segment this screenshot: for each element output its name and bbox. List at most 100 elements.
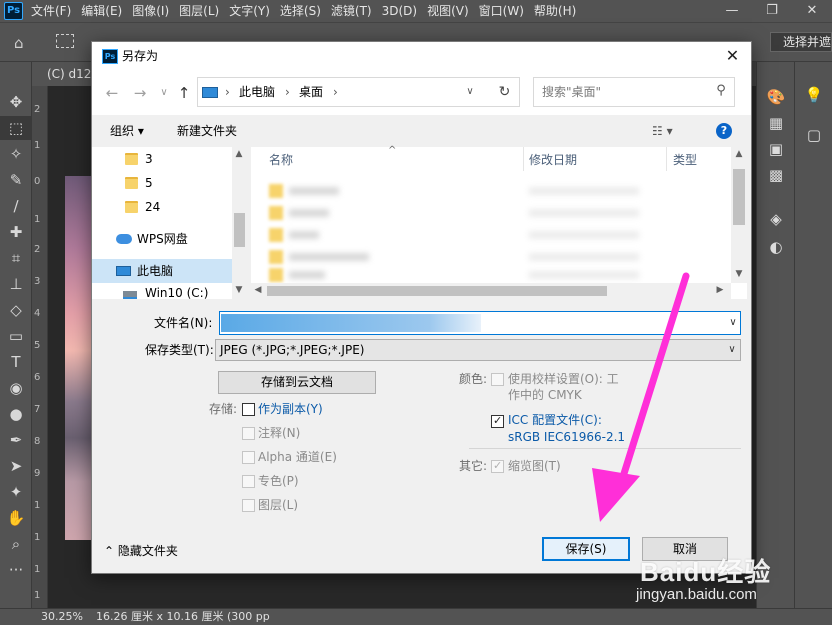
list-item[interactable] [269, 265, 709, 283]
list-item[interactable] [269, 203, 709, 221]
chevron-down-icon[interactable]: ∨ [724, 312, 742, 334]
file-list-vscroll-thumb[interactable] [733, 169, 745, 225]
dialog-close-icon[interactable]: ✕ [714, 42, 751, 71]
eyedropper-icon[interactable]: ✎ [0, 168, 32, 192]
brush-icon[interactable]: ∕ [0, 194, 32, 218]
stamp-icon[interactable]: ⊥ [0, 272, 32, 296]
select-and-mask-button[interactable]: 选择并遮 [770, 32, 832, 52]
save-to-cloud-button[interactable]: 存储到云文档 [218, 371, 376, 394]
recent-chevron-icon[interactable]: ∨ [154, 83, 174, 103]
adjustments-icon[interactable]: ◐ [757, 234, 795, 260]
scroll-down-icon[interactable]: ▼ [732, 269, 746, 279]
chevron-right-icon[interactable]: › [225, 78, 230, 106]
list-item[interactable] [269, 181, 709, 199]
save-button[interactable]: 保存(S) [542, 537, 630, 561]
chevron-down-icon[interactable]: ∨ [460, 78, 480, 106]
back-arrow-icon[interactable]: ← [102, 83, 122, 103]
menu-3d[interactable]: 3D(D) [382, 0, 417, 22]
new-folder-button[interactable]: 新建文件夹 [177, 115, 237, 147]
gradients-icon[interactable]: ▣ [757, 136, 795, 162]
menu-view[interactable]: 视图(V) [427, 0, 469, 22]
up-arrow-icon[interactable]: ↑ [174, 83, 194, 103]
tree-scroll-thumb[interactable] [234, 213, 245, 247]
magic-wand-icon[interactable]: ✧ [0, 142, 32, 166]
list-item[interactable] [269, 225, 709, 243]
document-size[interactable]: 16.26 厘米 x 10.16 厘米 (300 pp [96, 609, 270, 625]
scroll-down-icon[interactable]: ▼ [232, 285, 246, 295]
save-as-copy-label[interactable]: 作为副本(Y) [258, 401, 323, 417]
view-options-icon[interactable]: ☷ ▾ [652, 115, 673, 147]
more-tools-icon[interactable]: ··· [0, 558, 32, 582]
menu-help[interactable]: 帮助(H) [534, 0, 576, 22]
icc-profile-label[interactable]: ICC 配置文件(C): [508, 412, 602, 428]
filetype-select[interactable]: JPEG (*.JPG;*.JPEG;*.JPE) ∨ [215, 339, 741, 361]
chevron-right-icon[interactable]: › [285, 78, 290, 106]
column-name[interactable]: 名称 [269, 147, 293, 173]
hand-icon[interactable]: ✋ [0, 506, 32, 530]
refresh-icon[interactable]: ↻ [490, 77, 520, 107]
column-modified[interactable]: 修改日期 [529, 147, 577, 173]
rect-marquee-icon[interactable] [56, 34, 74, 48]
blur-icon[interactable]: ◉ [0, 376, 32, 400]
search-input[interactable]: 搜索"桌面" ⚲ [533, 77, 735, 107]
column-divider[interactable] [666, 147, 667, 171]
tree-item-folder[interactable]: 24 [92, 195, 232, 219]
column-divider[interactable] [523, 147, 524, 171]
menu-image[interactable]: 图像(I) [132, 0, 169, 22]
file-list-hscroll-thumb[interactable] [267, 286, 607, 296]
column-type[interactable]: 类型 [673, 147, 697, 173]
marquee-tool-icon[interactable]: ⬚ [0, 116, 32, 140]
tree-item-wps-cloud[interactable]: WPS网盘 [92, 227, 232, 251]
menu-window[interactable]: 窗口(W) [479, 0, 524, 22]
tree-item-folder[interactable]: 3 [92, 147, 232, 171]
breadcrumb-desktop[interactable]: 桌面 [299, 78, 323, 106]
color-palette-icon[interactable]: 🎨 [757, 84, 795, 110]
scroll-right-icon[interactable]: ▶ [713, 285, 727, 295]
hide-folders-toggle[interactable]: ⌃ 隐藏文件夹 [104, 541, 178, 561]
filename-input[interactable]: ∨ [219, 311, 741, 335]
shape-icon[interactable]: ✦ [0, 480, 32, 504]
menu-edit[interactable]: 编辑(E) [81, 0, 122, 22]
restore-button[interactable]: ❐ [752, 0, 792, 22]
minimize-button[interactable]: — [712, 0, 752, 22]
menu-filter[interactable]: 滤镜(T) [331, 0, 372, 22]
pen-icon[interactable]: ✒ [0, 428, 32, 452]
home-icon[interactable]: ⌂ [14, 34, 32, 52]
3d-cube-icon[interactable]: ◈ [757, 206, 795, 232]
swatches-icon[interactable]: ▦ [757, 110, 795, 136]
crop-tool-icon[interactable]: ⌗ [0, 246, 32, 270]
search-icon[interactable]: ⚲ [712, 82, 730, 100]
tree-item-this-pc[interactable]: 此电脑 [92, 259, 232, 283]
learn-lightbulb-icon[interactable]: 💡 [795, 82, 832, 108]
tree-item-folder[interactable]: 5 [92, 171, 232, 195]
gradient-icon[interactable]: ▭ [0, 324, 32, 348]
zoom-level[interactable]: 30.25% [41, 609, 83, 625]
breadcrumb-this-pc[interactable]: 此电脑 [239, 78, 275, 106]
scroll-up-icon[interactable]: ▲ [232, 149, 246, 159]
menu-file[interactable]: 文件(F) [31, 0, 71, 22]
scroll-up-icon[interactable]: ▲ [732, 149, 746, 159]
list-item[interactable] [269, 247, 709, 265]
menu-type[interactable]: 文字(Y) [229, 0, 270, 22]
icc-profile-checkbox[interactable] [491, 414, 504, 428]
forward-arrow-icon[interactable]: → [130, 83, 150, 103]
menu-layer[interactable]: 图层(L) [179, 0, 219, 22]
dodge-icon[interactable]: ● [0, 402, 32, 426]
type-tool-icon[interactable]: T [0, 350, 32, 374]
menu-select[interactable]: 选择(S) [280, 0, 321, 22]
patterns-icon[interactable]: ▩ [757, 162, 795, 188]
tree-item-drive-c[interactable]: Win10 (C:) [92, 283, 232, 300]
chevron-right-icon[interactable]: › [333, 78, 338, 106]
healing-icon[interactable]: ✚ [0, 220, 32, 244]
eraser-icon[interactable]: ◇ [0, 298, 32, 322]
save-as-copy-checkbox[interactable] [242, 403, 255, 416]
zoom-tool-icon[interactable]: ⌕ [0, 532, 32, 556]
address-bar[interactable]: › 此电脑 › 桌面 › ∨ [197, 77, 499, 107]
libraries-icon[interactable]: ▢ [795, 122, 832, 148]
close-app-button[interactable]: ✕ [792, 0, 832, 22]
path-select-icon[interactable]: ➤ [0, 454, 32, 478]
chevron-down-icon[interactable]: ∨ [724, 340, 740, 360]
scroll-left-icon[interactable]: ◀ [251, 285, 265, 295]
help-icon[interactable]: ? [716, 123, 732, 139]
move-tool-icon[interactable]: ✥ [0, 90, 32, 114]
